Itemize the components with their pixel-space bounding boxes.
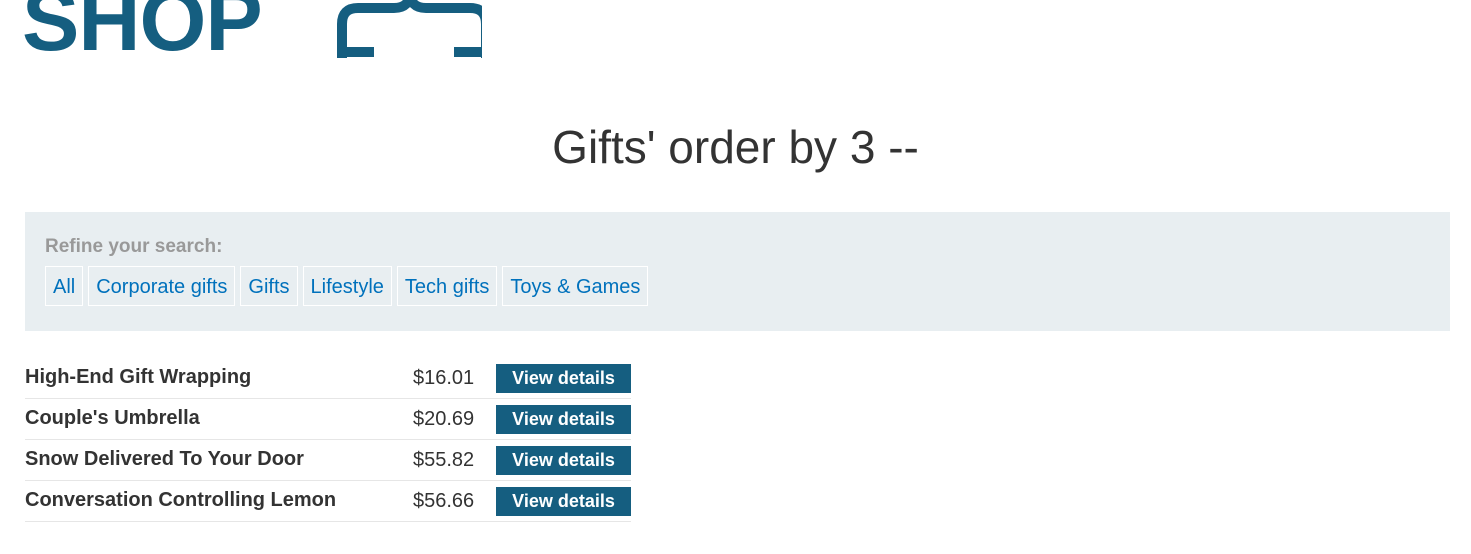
view-details-button[interactable]: View details bbox=[496, 446, 631, 475]
filter-link-all[interactable]: All bbox=[45, 266, 84, 306]
product-name: Couple's Umbrella bbox=[25, 407, 200, 429]
filter-link-toys-games[interactable]: Toys & Games bbox=[502, 266, 649, 306]
view-details-button[interactable]: View details bbox=[496, 405, 631, 434]
filter-link-corporate-gifts[interactable]: Corporate gifts bbox=[88, 266, 236, 306]
product-name: Conversation Controlling Lemon bbox=[25, 489, 337, 511]
filter-link-lifestyle[interactable]: Lifestyle bbox=[302, 266, 392, 306]
product-price: $20.69 bbox=[413, 408, 475, 430]
view-details-button[interactable]: View details bbox=[496, 487, 631, 516]
product-table: High-End Gift Wrapping $16.01 View detai… bbox=[25, 358, 631, 522]
filter-list: All Corporate gifts Gifts Lifestyle Tech… bbox=[45, 266, 649, 306]
hanger-icon bbox=[314, 0, 482, 58]
product-price: $56.66 bbox=[413, 490, 475, 512]
shop-logo[interactable]: SHOP bbox=[22, 0, 482, 58]
product-row: Snow Delivered To Your Door $55.82 View … bbox=[25, 440, 631, 481]
product-row: High-End Gift Wrapping $16.01 View detai… bbox=[25, 358, 631, 399]
product-row: Couple's Umbrella $20.69 View details bbox=[25, 399, 631, 440]
view-details-button[interactable]: View details bbox=[496, 364, 631, 393]
filter-link-tech-gifts[interactable]: Tech gifts bbox=[396, 266, 498, 306]
filter-link-gifts[interactable]: Gifts bbox=[240, 266, 298, 306]
product-row: Conversation Controlling Lemon $56.66 Vi… bbox=[25, 481, 631, 522]
page-title: Gifts' order by 3 -- bbox=[552, 121, 919, 173]
filter-label: Refine your search: bbox=[45, 236, 223, 257]
product-price: $55.82 bbox=[413, 449, 475, 471]
product-price: $16.01 bbox=[413, 367, 475, 389]
logo-text: SHOP bbox=[22, 0, 263, 58]
product-name: Snow Delivered To Your Door bbox=[25, 448, 304, 470]
product-name: High-End Gift Wrapping bbox=[25, 366, 252, 388]
filter-panel: Refine your search: All Corporate gifts … bbox=[25, 212, 1450, 331]
